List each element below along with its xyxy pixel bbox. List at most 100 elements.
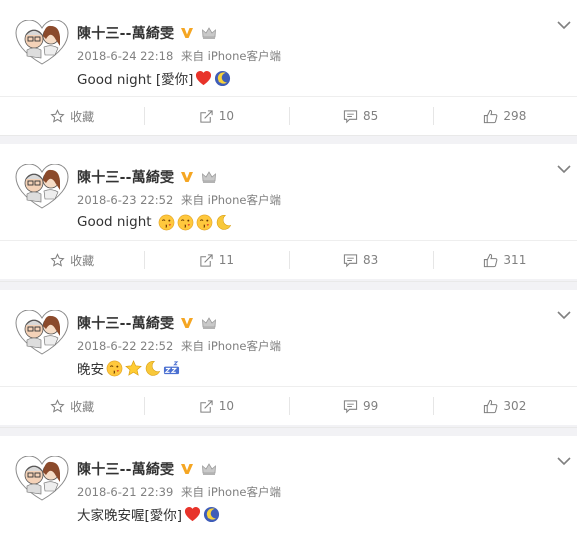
repost-button[interactable]: 10	[144, 97, 288, 135]
post-source: 来自 iPhone客户端	[180, 485, 281, 499]
favorite-button[interactable]: 收藏	[0, 241, 144, 279]
repost-count: 10	[218, 109, 235, 123]
star-outline-icon	[50, 398, 65, 413]
comment-icon	[343, 109, 358, 123]
author-row: 陳十三--萬綺雯	[77, 23, 217, 43]
comment-button[interactable]: 83	[288, 241, 433, 279]
favorite-button[interactable]: 收藏	[0, 97, 144, 135]
repost-icon	[200, 109, 213, 123]
sleep-zz-emoji	[163, 360, 180, 374]
like-button[interactable]: 302	[432, 387, 577, 425]
heart-emoji	[184, 506, 201, 521]
post-source: 来自 iPhone客户端	[180, 339, 281, 353]
avatar[interactable]	[15, 456, 69, 502]
like-count: 302	[503, 399, 527, 413]
post-source: 来自 iPhone客户端	[180, 49, 281, 63]
repost-button[interactable]: 10	[144, 387, 288, 425]
author-name[interactable]: 陳十三--萬綺雯	[77, 313, 174, 333]
v-badge-icon	[181, 28, 194, 38]
post-card: 陳十三--萬綺雯 2018-6-23 22:52 来自 iPhone客户端 Go…	[0, 144, 577, 279]
repost-button[interactable]: 11	[144, 241, 288, 279]
comment-button[interactable]: 85	[288, 97, 433, 135]
post-body: 陳十三--萬綺雯 2018-6-22 22:52 来自 iPhone客户端 晚安	[0, 290, 577, 386]
thumbs-up-icon	[484, 109, 498, 123]
post-timestamp[interactable]: 2018-6-21 22:39	[77, 485, 173, 499]
favorite-button[interactable]: 收藏	[0, 387, 144, 425]
post-body: 陳十三--萬綺雯 2018-6-21 22:39 来自 iPhone客户端 大家…	[0, 436, 577, 532]
chevron-down-icon[interactable]	[557, 310, 571, 320]
post-text: Good night	[77, 212, 232, 232]
card-separator	[0, 427, 577, 436]
repost-count: 11	[218, 253, 235, 267]
avatar[interactable]	[15, 164, 69, 210]
v-badge-icon	[181, 172, 194, 182]
comment-icon	[343, 253, 358, 267]
author-name[interactable]: 陳十三--萬綺雯	[77, 459, 174, 479]
card-separator	[0, 281, 577, 290]
post-text: 晚安	[77, 358, 180, 378]
post-meta: 2018-6-24 22:18 来自 iPhone客户端	[77, 48, 285, 64]
post-text-body: 大家晚安喔[愛你]	[77, 508, 183, 524]
post-timestamp[interactable]: 2018-6-23 22:52	[77, 193, 173, 207]
action-bar: 收藏 10 85 298	[0, 96, 577, 135]
chevron-down-icon[interactable]	[557, 20, 571, 30]
kiss-emoji	[196, 214, 213, 230]
v-badge-icon	[181, 464, 194, 474]
avatar[interactable]	[15, 310, 69, 356]
kiss-emoji	[106, 360, 123, 376]
post-text: 大家晚安喔[愛你]	[77, 504, 220, 524]
chevron-down-icon[interactable]	[557, 456, 571, 466]
post-text-body: 晚安	[77, 362, 104, 378]
author-name[interactable]: 陳十三--萬綺雯	[77, 167, 174, 187]
crown-icon[interactable]	[201, 316, 217, 330]
post-text: Good night [愛你]	[77, 68, 231, 88]
kiss-emoji	[158, 214, 175, 230]
crown-icon[interactable]	[201, 462, 217, 476]
author-name[interactable]: 陳十三--萬綺雯	[77, 23, 174, 43]
post-timestamp[interactable]: 2018-6-24 22:18	[77, 49, 173, 63]
like-button[interactable]: 311	[432, 241, 577, 279]
favorite-label: 收藏	[70, 253, 95, 268]
post-card: 陳十三--萬綺雯 2018-6-21 22:39 来自 iPhone客户端 大家…	[0, 436, 577, 538]
crescent-moon-emoji	[216, 214, 231, 230]
author-row: 陳十三--萬綺雯	[77, 313, 217, 333]
v-badge-icon	[181, 318, 194, 328]
like-count: 311	[503, 253, 527, 267]
crown-icon[interactable]	[201, 26, 217, 40]
crown-icon[interactable]	[201, 170, 217, 184]
chevron-down-icon[interactable]	[557, 164, 571, 174]
post-card: 陳十三--萬綺雯 2018-6-22 22:52 来自 iPhone客户端 晚安	[0, 290, 577, 425]
post-body: 陳十三--萬綺雯 2018-6-23 22:52 来自 iPhone客户端 Go…	[0, 144, 577, 240]
repost-count: 10	[218, 399, 235, 413]
comment-count: 83	[362, 253, 379, 267]
comment-count: 85	[362, 109, 379, 123]
star-emoji	[125, 359, 142, 376]
post-timestamp[interactable]: 2018-6-22 22:52	[77, 339, 173, 353]
avatar[interactable]	[15, 20, 69, 66]
moon-sleep-emoji	[215, 70, 231, 86]
author-row: 陳十三--萬綺雯	[77, 459, 217, 479]
repost-icon	[200, 253, 213, 267]
star-outline-icon	[50, 108, 65, 123]
post-meta: 2018-6-22 22:52 来自 iPhone客户端	[77, 338, 285, 354]
post-source: 来自 iPhone客户端	[180, 193, 281, 207]
post-meta: 2018-6-21 22:39 来自 iPhone客户端	[77, 484, 285, 500]
kiss-emoji	[177, 214, 194, 230]
card-separator	[0, 135, 577, 144]
post-text-body: Good night [愛你]	[77, 72, 194, 88]
post-text-body: Good night	[77, 214, 156, 230]
post-meta: 2018-6-23 22:52 来自 iPhone客户端	[77, 192, 285, 208]
thumbs-up-icon	[484, 253, 498, 267]
comment-button[interactable]: 99	[288, 387, 433, 425]
post-body: 陳十三--萬綺雯 2018-6-24 22:18 来自 iPhone客户端 Go…	[0, 0, 577, 96]
crescent-moon-emoji	[145, 360, 161, 376]
star-outline-icon	[50, 252, 65, 267]
author-row: 陳十三--萬綺雯	[77, 167, 217, 187]
thumbs-up-icon	[484, 399, 498, 413]
comment-icon	[343, 399, 358, 413]
action-bar: 收藏 11 83 311	[0, 240, 577, 279]
like-button[interactable]: 298	[432, 97, 577, 135]
action-bar: 收藏 10 99 302	[0, 386, 577, 425]
post-card: 陳十三--萬綺雯 2018-6-24 22:18 来自 iPhone客户端 Go…	[0, 0, 577, 135]
repost-icon	[200, 399, 213, 413]
